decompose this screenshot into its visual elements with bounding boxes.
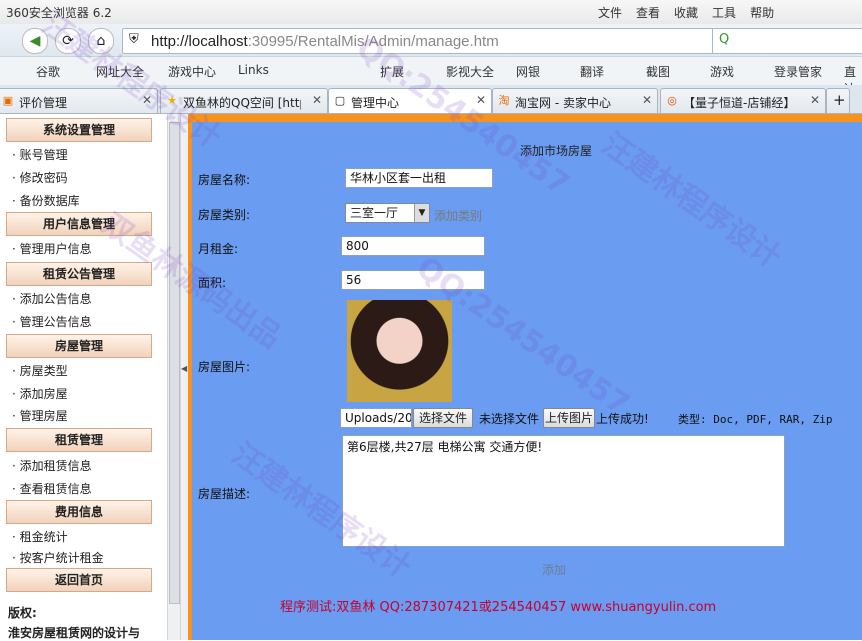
sidebar-back-home[interactable]: 返回首页 (6, 568, 152, 592)
house-description-textarea[interactable]: 第6层楼,共27层 电梯公寓 交通方便! (342, 435, 785, 547)
sidebar-item-view-rentals[interactable]: · 查看租赁信息 (12, 480, 92, 497)
house-type-label: 房屋类别: (198, 208, 251, 222)
tab-liangzi[interactable]: ◎ 【量子恒道-店铺经】 - ✕ (660, 88, 826, 113)
tab-bar: ▣ 评价管理 ✕ ★ 双鱼林的QQ空间 [http: ✕ ▢ 管理中心 ✕ 淘 … (0, 85, 862, 114)
sidebar-item-add-rental[interactable]: · 添加租赁信息 (12, 457, 92, 474)
sidebar-item-manage-notices[interactable]: · 管理公告信息 (12, 313, 92, 330)
footer-credit: 程序测试:双鱼林 QQ:287307421或254540457 www.shua… (280, 600, 717, 615)
no-file-text: 未选择文件 (479, 412, 540, 426)
sidebar-item-accounts[interactable]: · 账号管理 (12, 146, 68, 163)
taobao-icon: 淘 (498, 94, 510, 107)
search-icon: Q (719, 32, 730, 47)
menu-help[interactable]: 帮助 (750, 4, 774, 21)
bookmark-games-center[interactable]: 游戏中心 (168, 63, 216, 80)
sidebar-item-rent-stats[interactable]: · 租金统计 (12, 528, 68, 545)
home-icon[interactable]: ⌂ (88, 28, 114, 54)
menu-tools[interactable]: 工具 (712, 4, 736, 21)
search-box[interactable]: Q (712, 28, 862, 54)
menu-file[interactable]: 文件 (598, 4, 622, 21)
close-icon[interactable]: ✕ (476, 93, 486, 107)
bookmark-extensions[interactable]: 扩展 (380, 63, 404, 80)
sidebar-item-customer-rent-stats[interactable]: · 按客户统计租金 (12, 549, 104, 566)
page-icon: ▢ (334, 94, 346, 107)
tab-admin-center[interactable]: ▢ 管理中心 ✕ (328, 88, 492, 113)
close-icon[interactable]: ✕ (642, 93, 652, 107)
refresh-icon[interactable]: ⟳ (55, 28, 81, 54)
sidebar-item-add-house[interactable]: · 添加房屋 (12, 385, 68, 402)
new-tab-button[interactable]: + (826, 88, 850, 113)
scrollbar-thumb[interactable] (169, 122, 180, 604)
browser-navbar: ◀ ⟳ ⌂ ⛨ http://localhost:30995/RentalMis… (0, 24, 862, 57)
address-bar[interactable]: ⛨ http://localhost:30995/RentalMis/Admin… (122, 28, 764, 54)
area-label: 面积: (198, 276, 227, 290)
tab-taobao[interactable]: 淘 淘宝网 - 卖家中心 ✕ (492, 88, 658, 113)
bookmark-translate[interactable]: 翻译 (580, 63, 604, 80)
plus-icon: + (833, 91, 846, 109)
form-heading: 添加市场房屋 (520, 144, 593, 158)
browser-title: 360安全浏览器 6.2 (6, 6, 112, 20)
sidebar-section-notices[interactable]: 租赁公告管理 (6, 262, 152, 286)
bookmark-google[interactable]: 谷歌 (36, 63, 60, 80)
sidebar-item-manage-houses[interactable]: · 管理房屋 (12, 407, 68, 424)
quantum-icon: ◎ (667, 94, 677, 107)
add-type-link[interactable]: 添加类别 (434, 207, 482, 224)
choose-file-button[interactable]: 选择文件 (413, 408, 473, 428)
address-url: http://localhost:30995/RentalMis/Admin/m… (151, 33, 499, 50)
house-name-label: 房屋名称: (198, 173, 251, 187)
house-photo-label: 房屋图片: (198, 360, 251, 374)
browser-titlebar: 360安全浏览器 6.2 文件 查看 收藏 工具 帮助 (0, 0, 862, 24)
tab-qq-space[interactable]: ★ 双鱼林的QQ空间 [http: ✕ (160, 88, 328, 113)
page-icon: ▣ (2, 94, 14, 107)
house-type-select[interactable]: 三室一厅 ▼ (345, 203, 430, 223)
collapse-arrow-icon[interactable]: ◀ (181, 364, 187, 373)
bookmark-games[interactable]: 游戏 (710, 63, 734, 80)
copyright-text: 淮安房屋租赁网的设计与 (8, 626, 141, 640)
tab-reviews[interactable]: ▣ 评价管理 ✕ (0, 88, 158, 113)
monthly-rent-input[interactable]: 800 (341, 236, 485, 256)
back-icon[interactable]: ◀ (22, 28, 48, 54)
sidebar-item-house-types[interactable]: · 房屋类型 (12, 362, 68, 379)
add-house-panel: 添加市场房屋 (192, 122, 862, 640)
sidebar-section-users[interactable]: 用户信息管理 (6, 212, 152, 236)
monthly-rent-label: 月租金: (198, 242, 239, 256)
bookmark-video[interactable]: 影视大全 (446, 63, 494, 80)
star-icon: ★ (167, 94, 177, 107)
bookmark-screenshot[interactable]: 截图 (646, 63, 670, 80)
submit-add-button[interactable]: 添加 (542, 561, 566, 578)
bookmark-links[interactable]: Links (238, 63, 269, 77)
sidebar-section-houses[interactable]: 房屋管理 (6, 334, 152, 358)
house-name-input[interactable]: 华林小区套一出租 (345, 168, 493, 188)
bookmark-login-manager[interactable]: 登录管家 (774, 63, 822, 80)
menu-view[interactable]: 查看 (636, 4, 660, 21)
close-icon[interactable]: ✕ (810, 93, 820, 107)
area-input[interactable]: 56 (341, 270, 485, 290)
upload-image-button[interactable]: 上传图片 (543, 408, 595, 428)
sidebar-item-backup[interactable]: · 备份数据库 (12, 192, 80, 209)
upload-success-text: 上传成功! (596, 412, 649, 426)
bookmarks-bar: 谷歌 网址大全 游戏中心 Links 扩展 影视大全 网银 翻译 截图 游戏 登… (0, 57, 862, 96)
sidebar-item-change-password[interactable]: · 修改密码 (12, 169, 68, 186)
sidebar-scrollbar[interactable] (167, 114, 180, 640)
sidebar-item-add-notice[interactable]: · 添加公告信息 (12, 290, 92, 307)
bookmark-bank[interactable]: 网银 (516, 63, 540, 80)
shield-icon: ⛨ (129, 32, 139, 47)
sidebar-section-system[interactable]: 系统设置管理 (6, 118, 152, 142)
copyright-label: 版权: (8, 606, 37, 620)
file-types-hint: 类型: Doc, PDF, RAR, Zip (678, 413, 833, 426)
sidebar-section-rentals[interactable]: 租赁管理 (6, 428, 152, 452)
menu-favorites[interactable]: 收藏 (674, 4, 698, 21)
house-description-label: 房屋描述: (198, 487, 251, 501)
photo-path-input[interactable]: Uploads/201 (340, 408, 412, 428)
browser-menu-bar: 文件 查看 收藏 工具 帮助 (598, 4, 788, 21)
admin-sidebar: 系统设置管理 · 账号管理 · 修改密码 · 备份数据库 用户信息管理 · 管理… (0, 114, 180, 640)
sidebar-section-fees[interactable]: 费用信息 (6, 500, 152, 524)
close-icon[interactable]: ✕ (142, 93, 152, 107)
bookmark-sites[interactable]: 网址大全 (96, 63, 144, 80)
house-photo-preview (347, 300, 452, 402)
sidebar-item-manage-users[interactable]: · 管理用户信息 (12, 240, 92, 257)
chevron-down-icon: ▼ (414, 204, 429, 222)
close-icon[interactable]: ✕ (312, 93, 322, 107)
